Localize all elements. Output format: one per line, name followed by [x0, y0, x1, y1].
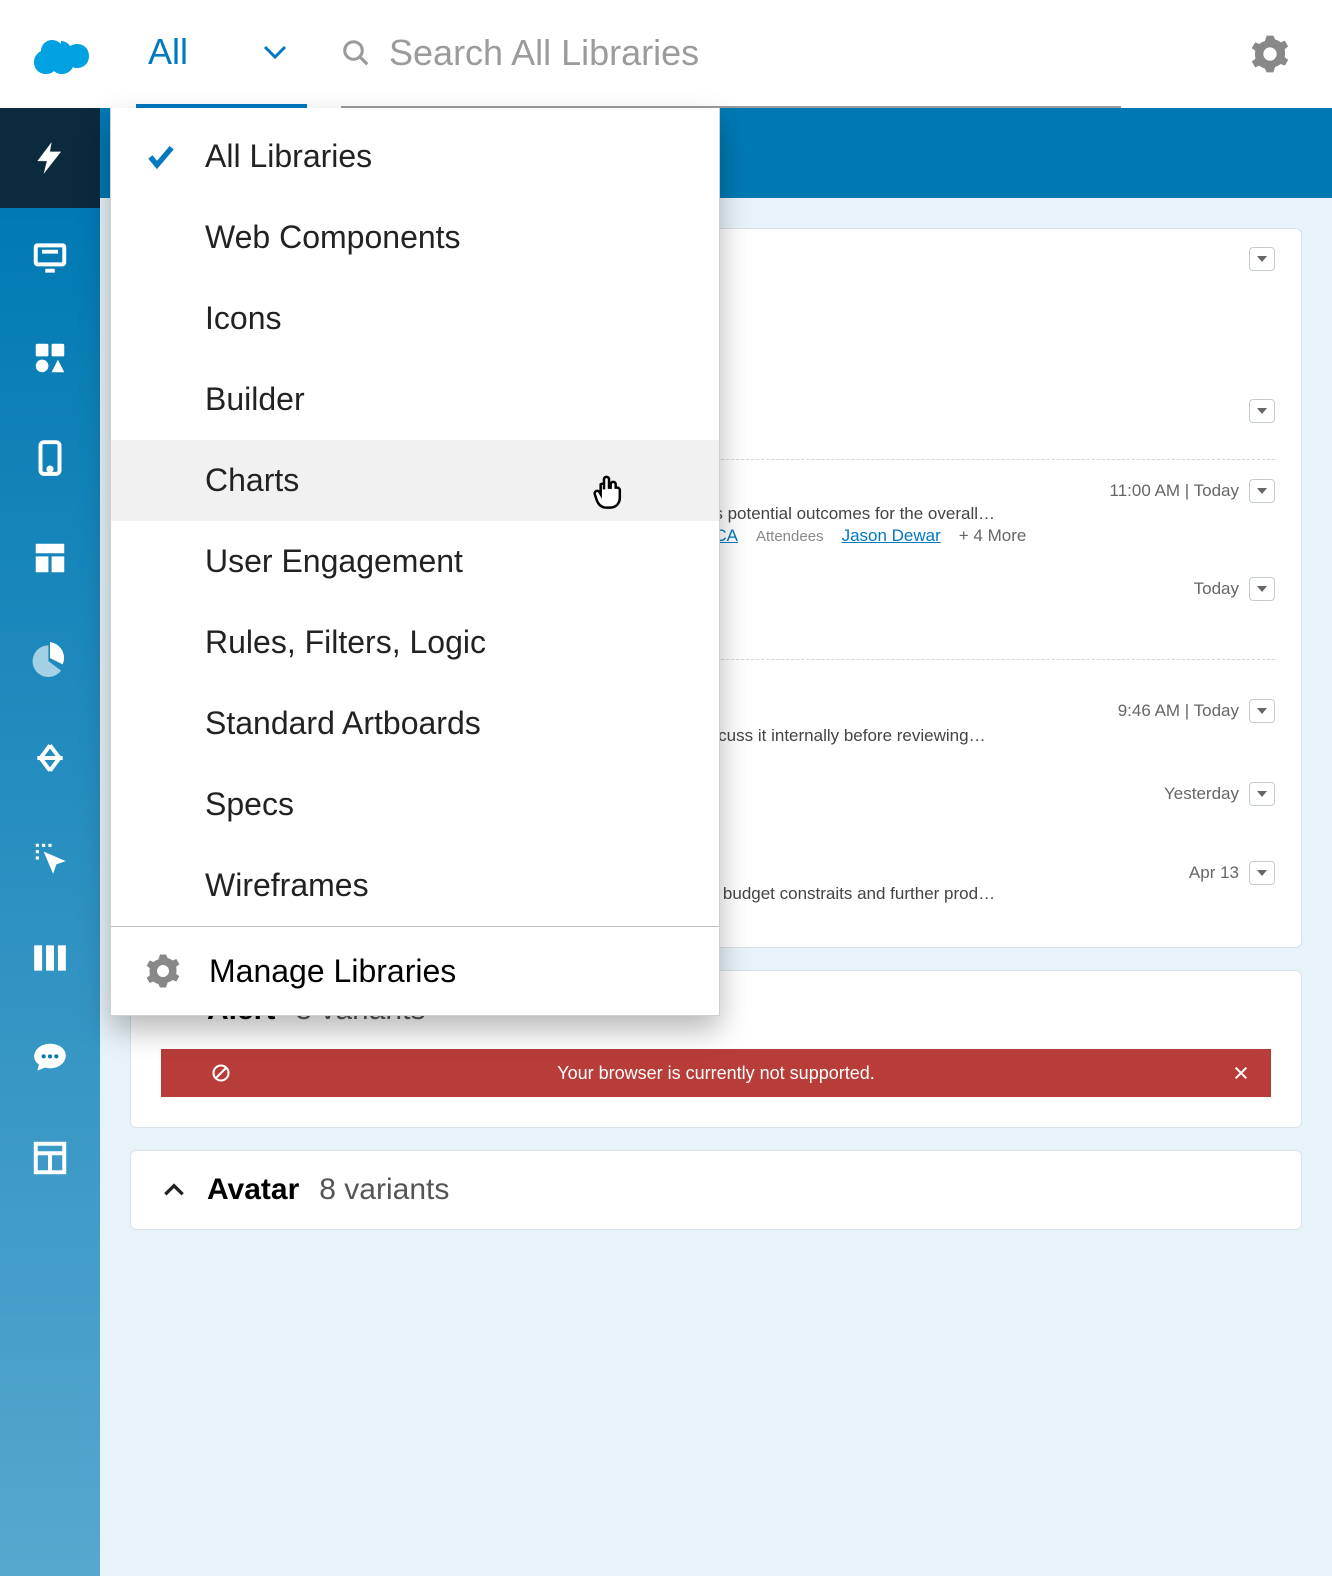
- close-icon[interactable]: [1233, 1065, 1249, 1081]
- library-filter-trigger[interactable]: All: [136, 0, 307, 108]
- left-nav: [0, 108, 100, 1576]
- time-label: Today: [1194, 579, 1239, 599]
- gear-icon: [145, 953, 181, 989]
- time-label: 11:00 AM | Today: [1110, 481, 1239, 501]
- library-filter-option[interactable]: Web Components: [111, 197, 719, 278]
- attendee-more: + 4 More: [959, 526, 1027, 546]
- row-menu[interactable]: [1249, 577, 1275, 601]
- row-menu[interactable]: [1249, 247, 1275, 271]
- manage-libraries-item[interactable]: Manage Libraries: [111, 927, 719, 1015]
- row-menu[interactable]: [1249, 479, 1275, 503]
- nav-layout[interactable]: [0, 508, 100, 608]
- library-filter-option-label: Rules, Filters, Logic: [205, 624, 486, 661]
- library-filter-option[interactable]: User Engagement: [111, 521, 719, 602]
- manage-libraries-label: Manage Libraries: [209, 953, 456, 990]
- section-variants: 8 variants: [319, 1173, 449, 1207]
- library-filter-label: All: [148, 31, 188, 73]
- row-menu[interactable]: [1249, 699, 1275, 723]
- nav-display[interactable]: [0, 208, 100, 308]
- time-label: Apr 13: [1189, 863, 1239, 883]
- section-header[interactable]: Avatar 8 variants: [131, 1151, 1301, 1229]
- alert-message: Your browser is currently not supported.: [557, 1063, 875, 1084]
- nav-flow[interactable]: [0, 708, 100, 808]
- attendee-link[interactable]: Jason Dewar: [842, 526, 941, 546]
- row-menu[interactable]: [1249, 782, 1275, 806]
- library-filter-option[interactable]: Builder: [111, 359, 719, 440]
- library-filter-option-label: Standard Artboards: [205, 705, 481, 742]
- chevron-down-icon: [263, 45, 287, 59]
- row-menu[interactable]: [1249, 861, 1275, 885]
- check-icon: [145, 141, 177, 173]
- nav-lightning[interactable]: [0, 108, 100, 208]
- library-filter-dropdown: All Libraries Web Components Icons Builder C…: [110, 108, 720, 1016]
- library-filter-option-label: Web Components: [205, 219, 461, 256]
- nav-chart[interactable]: [0, 608, 100, 708]
- library-filter-option-label: Builder: [205, 381, 305, 418]
- cursor-hand-icon: [589, 471, 629, 511]
- library-filter-option-label: User Engagement: [205, 543, 463, 580]
- library-filter-option[interactable]: Icons: [111, 278, 719, 359]
- search-icon: [341, 38, 371, 68]
- search-input[interactable]: [389, 32, 1121, 74]
- nav-chat[interactable]: [0, 1008, 100, 1108]
- library-filter-option[interactable]: All Libraries: [111, 108, 719, 197]
- library-filter-option[interactable]: Charts: [111, 440, 719, 521]
- time-label: 9:46 AM | Today: [1118, 701, 1239, 721]
- nav-template[interactable]: [0, 1108, 100, 1208]
- library-filter-option[interactable]: Wireframes: [111, 845, 719, 926]
- library-filter-option-label: All Libraries: [205, 138, 372, 175]
- section-avatar: Avatar 8 variants: [130, 1150, 1302, 1230]
- nav-mobile[interactable]: [0, 408, 100, 508]
- header-bar: All: [0, 0, 1332, 108]
- row-menu[interactable]: [1249, 399, 1275, 423]
- salesforce-logo-icon: [32, 30, 102, 78]
- library-filter-option[interactable]: Standard Artboards: [111, 683, 719, 764]
- settings-gear-icon[interactable]: [1250, 34, 1290, 74]
- library-filter-option-label: Specs: [205, 786, 294, 823]
- nav-columns[interactable]: [0, 908, 100, 1008]
- ban-icon: [211, 1063, 231, 1083]
- alert-banner: Your browser is currently not supported.: [161, 1049, 1271, 1097]
- library-filter-option-label: Charts: [205, 462, 299, 499]
- library-filter-option-label: Icons: [205, 300, 281, 337]
- nav-shapes[interactable]: [0, 308, 100, 408]
- library-filter-option[interactable]: Specs: [111, 764, 719, 845]
- search-field[interactable]: [341, 0, 1121, 108]
- library-filter-option-label: Wireframes: [205, 867, 369, 904]
- attendees-label: Attendees: [756, 528, 824, 545]
- nav-select[interactable]: [0, 808, 100, 908]
- library-filter-option[interactable]: Rules, Filters, Logic: [111, 602, 719, 683]
- time-label: Yesterday: [1164, 784, 1239, 804]
- section-title: Avatar: [207, 1173, 299, 1207]
- chevron-up-icon: [161, 1177, 187, 1203]
